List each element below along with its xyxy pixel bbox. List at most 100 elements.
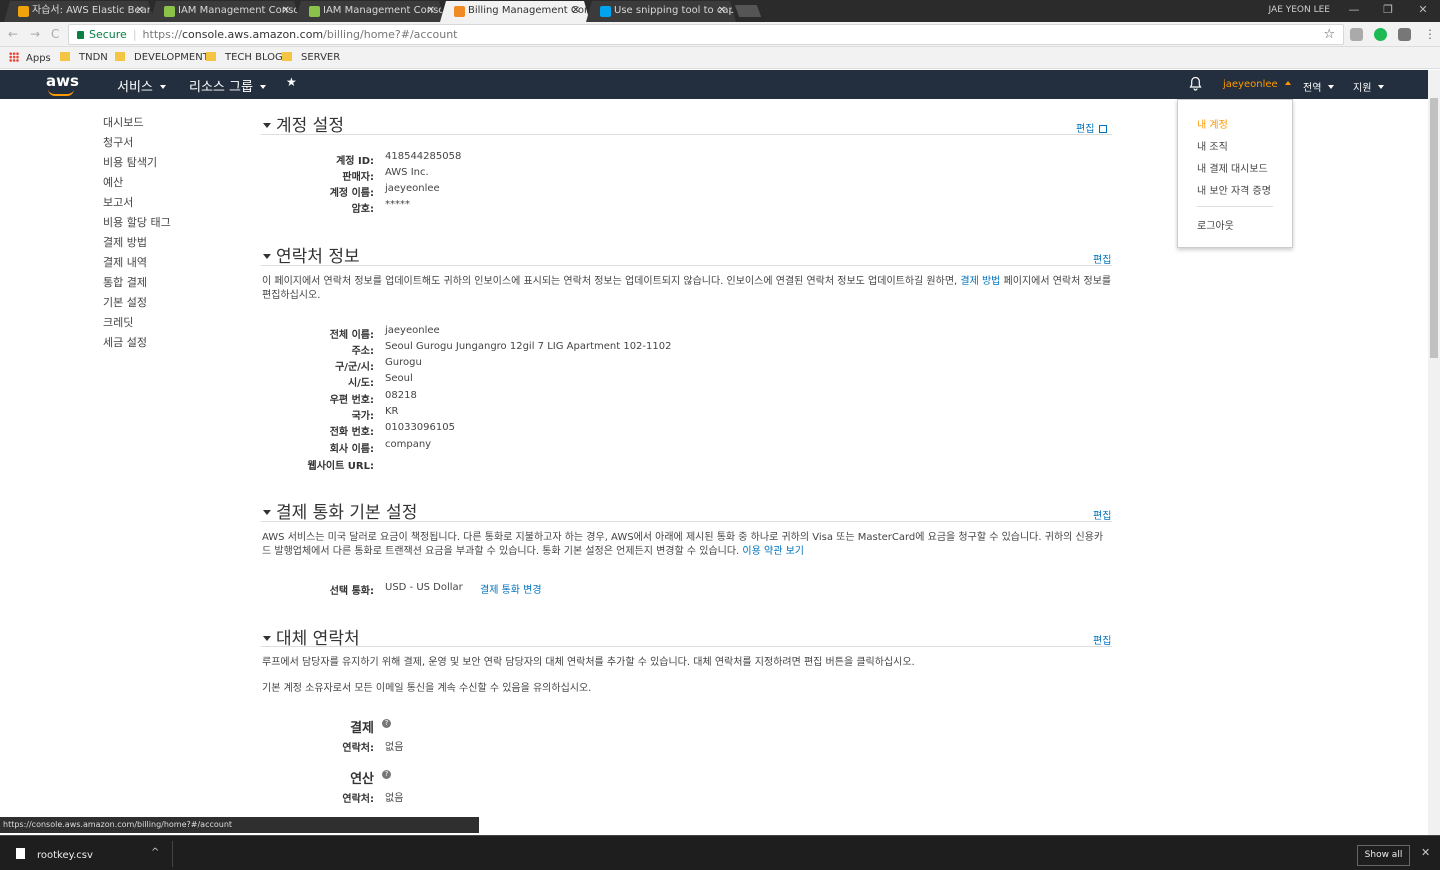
currency-edit-link[interactable]: 편집 (1093, 507, 1111, 522)
back-icon[interactable]: ← (8, 27, 18, 41)
collapse-triangle-icon (263, 123, 271, 128)
close-icon[interactable]: ✕ (1421, 846, 1430, 859)
downloads-bar: rootkey.csv ^ Show all ✕ (0, 835, 1440, 870)
tab-snipping-tool[interactable]: Use snipping tool to capt ✕ (586, 1, 736, 22)
bookmark-apps[interactable]: Apps (9, 52, 51, 64)
windows-icon (600, 6, 611, 17)
forward-icon[interactable]: → (30, 27, 40, 41)
sidebar-item-dashboard[interactable]: 대시보드 (103, 114, 143, 130)
sidebar-item-credits[interactable]: 크레딧 (103, 314, 133, 330)
menu-item-my-organization[interactable]: 내 조직 (1197, 138, 1228, 153)
sidebar-item-bills[interactable]: 청구서 (103, 134, 133, 150)
country-value: KR (385, 406, 399, 417)
menu-item-logout[interactable]: 로그아웃 (1197, 217, 1234, 232)
account-settings-edit-link[interactable]: 편집 (1076, 120, 1108, 135)
window-user-name: JAE YEON LEE (1268, 5, 1330, 15)
folder-icon (115, 52, 125, 61)
account-menu-toggle[interactable]: jaeyeonlee (1223, 79, 1291, 90)
change-currency-link[interactable]: 결제 통화 변경 (480, 581, 542, 596)
aws-logo[interactable]: aws (46, 72, 79, 96)
folder-icon (282, 52, 292, 61)
close-icon[interactable]: ✕ (136, 1, 144, 21)
currency-heading[interactable]: 결제 통화 기본 설정 (263, 498, 417, 523)
close-icon[interactable]: ✕ (282, 1, 290, 21)
window-close-button[interactable]: ✕ (1406, 0, 1440, 22)
section-divider (261, 521, 1112, 522)
camera-icon[interactable] (1398, 28, 1411, 41)
alternate-contacts-edit-link[interactable]: 편집 (1093, 632, 1111, 647)
menu-item-my-account[interactable]: 내 계정 (1197, 116, 1228, 131)
contact-info-edit-link[interactable]: 편집 (1093, 251, 1111, 266)
tab-elastic-beanstalk[interactable]: 자습서: AWS Elastic Bean ✕ (4, 1, 154, 22)
new-tab-button[interactable] (734, 5, 762, 17)
aws-box-icon (454, 6, 465, 17)
download-filename[interactable]: rootkey.csv (37, 850, 93, 861)
bookmark-tech-blog[interactable]: TECH BLOG (206, 52, 283, 63)
collapse-triangle-icon (263, 254, 271, 259)
help-icon[interactable]: ? (382, 770, 391, 779)
region-menu[interactable]: 전역 (1303, 79, 1335, 94)
company-value: company (385, 439, 432, 450)
seller-label: 판매자: (342, 172, 374, 183)
address-label: 주소: (351, 346, 374, 357)
bookmark-server[interactable]: SERVER (282, 52, 340, 63)
tab-iam-1[interactable]: IAM Management Conso ✕ (150, 1, 300, 22)
menu-divider (1197, 206, 1273, 207)
show-all-button[interactable]: Show all (1357, 845, 1410, 866)
resource-groups-menu[interactable]: 리소스 그룹 (189, 76, 266, 95)
operations-contact-label: 연락처: (342, 794, 374, 805)
reload-icon[interactable]: C (51, 27, 59, 41)
sidebar-item-budgets[interactable]: 예산 (103, 174, 123, 190)
extension-green-icon[interactable] (1374, 28, 1387, 41)
contact-info-description: 이 페이지에서 연락처 정보를 업데이트해도 귀하의 인보이스에 표시되는 연락… (262, 276, 1112, 301)
tab-billing[interactable]: Billing Management Con ✕ (440, 1, 590, 22)
account-name-value: jaeyeonlee (385, 183, 440, 194)
terms-link[interactable]: 이용 약관 보기 (742, 546, 804, 557)
menu-item-security-credentials[interactable]: 내 보안 자격 증명 (1197, 182, 1271, 197)
postal-code-label: 우편 번호: (329, 395, 374, 406)
sidebar-item-reports[interactable]: 보고서 (103, 194, 133, 210)
sidebar-item-cost-explorer[interactable]: 비용 탐색기 (103, 154, 157, 170)
chevron-up-icon[interactable]: ^ (151, 847, 159, 858)
extension-icon[interactable] (1350, 28, 1363, 41)
sidebar-item-payment-methods[interactable]: 결제 방법 (103, 234, 147, 250)
collapse-triangle-icon (263, 636, 271, 641)
account-name-label: 계정 이름: (329, 188, 374, 199)
pin-icon[interactable]: ★ (286, 75, 297, 89)
chevron-down-icon (1328, 85, 1335, 89)
minimize-button[interactable]: — (1337, 0, 1371, 22)
restore-button[interactable]: ❐ (1371, 0, 1405, 22)
close-icon[interactable]: ✕ (427, 1, 435, 21)
sidebar-item-payment-history[interactable]: 결제 내역 (103, 254, 147, 270)
menu-item-billing-dashboard[interactable]: 내 결제 대시보드 (1197, 160, 1268, 175)
url-path: /billing/home?#/account (323, 28, 458, 41)
sidebar-item-preferences[interactable]: 기본 설정 (103, 294, 147, 310)
country-label: 국가: (351, 411, 374, 422)
tab-iam-2[interactable]: IAM Management Conso ✕ (295, 1, 445, 22)
bookmark-tndn[interactable]: TNDN (60, 52, 108, 63)
bookmark-development[interactable]: DEVELOPMENT (115, 52, 209, 63)
payment-methods-link[interactable]: 결제 방법 (960, 276, 1000, 287)
sidebar-item-consolidated-billing[interactable]: 통합 결제 (103, 274, 147, 290)
close-icon[interactable]: ✕ (718, 1, 726, 21)
operations-contact-heading: 연산 (350, 772, 374, 787)
url-scheme: https:// (142, 28, 182, 41)
contact-info-heading[interactable]: 연락처 정보 (263, 242, 360, 267)
state-value: Seoul (385, 373, 413, 384)
support-menu[interactable]: 지원 (1353, 79, 1385, 94)
billing-contact-value: 없음 (385, 742, 404, 753)
sidebar-item-tax-settings[interactable]: 세금 설정 (103, 334, 147, 350)
services-menu[interactable]: 서비스 (117, 76, 166, 95)
help-icon[interactable]: ? (382, 719, 391, 728)
chevron-down-icon (159, 85, 166, 89)
billing-contact-label: 연락처: (342, 743, 374, 754)
sidebar-item-cost-allocation-tags[interactable]: 비용 할당 태그 (103, 214, 171, 230)
url-field[interactable]: Secure | https://console.aws.amazon.com/bi… (68, 24, 1344, 45)
scrollbar-thumb[interactable] (1430, 98, 1438, 358)
account-settings-heading[interactable]: 계정 설정 (263, 111, 344, 136)
bookmark-star-icon[interactable]: ☆ (1323, 25, 1335, 44)
bell-icon[interactable] (1189, 76, 1202, 91)
close-icon[interactable]: ✕ (572, 1, 580, 21)
browser-menu-icon[interactable]: ⋮ (1424, 27, 1436, 41)
apps-grid-icon (9, 52, 19, 62)
